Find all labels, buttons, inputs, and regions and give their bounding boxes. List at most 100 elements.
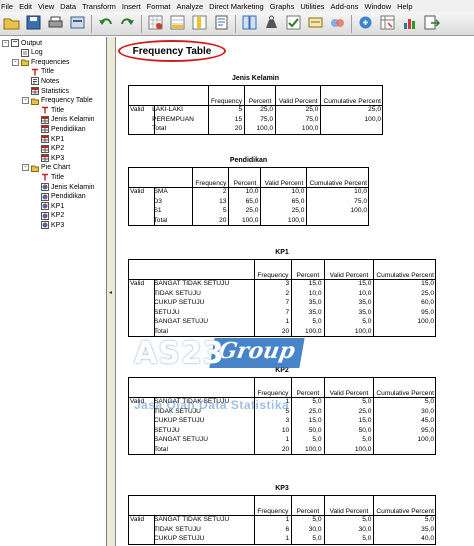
tree-item-kp3[interactable]: KP3	[41, 220, 64, 230]
goto-case-button[interactable]	[168, 14, 187, 33]
menu-analyze[interactable]: Analyze	[175, 2, 208, 11]
valid-divider	[154, 279, 155, 336]
collapse-toggle-icon[interactable]: -	[2, 39, 9, 47]
cell-freq: 6	[253, 524, 292, 534]
cell-freq: 1	[253, 435, 292, 445]
tree-item-kp3[interactable]: KP3	[41, 153, 64, 163]
select-cases-button[interactable]	[284, 14, 303, 33]
redo-button[interactable]	[118, 14, 137, 33]
split-file-button[interactable]	[240, 14, 259, 33]
valid-label	[128, 445, 152, 455]
cell-cum: 25,0	[320, 105, 383, 115]
toolbar	[0, 12, 474, 36]
menu-file[interactable]: File	[0, 2, 18, 11]
tree-item-title[interactable]: Title	[31, 67, 54, 77]
menu-direct-marketing[interactable]: Direct Marketing	[208, 2, 269, 11]
weight-cases-button[interactable]	[262, 14, 281, 33]
show-all-icon	[357, 14, 374, 33]
tree-item-title[interactable]: Title	[41, 105, 64, 115]
pane-splitter[interactable]: ◂	[107, 37, 116, 546]
menu-edit[interactable]: Edit	[18, 2, 37, 11]
menu-view[interactable]: View	[37, 2, 59, 11]
chart-button[interactable]	[400, 14, 419, 33]
open-button[interactable]	[2, 14, 21, 33]
tree-item-jenis-kelamin[interactable]: Jenis Kelamin	[41, 115, 95, 125]
tree-item-title[interactable]: Title	[41, 172, 64, 182]
tree-item-label: Jenis Kelamin	[51, 116, 95, 124]
menu-data[interactable]: Data	[59, 2, 81, 11]
tree-item-kp1[interactable]: KP1	[41, 201, 64, 211]
cell-pct: 50,0	[291, 425, 325, 435]
collapse-toggle-icon[interactable]: -	[22, 97, 29, 105]
tree-item-frequency-table[interactable]: - Frequency Table	[22, 96, 93, 106]
use-sets-button[interactable]	[328, 14, 347, 33]
tree-item-kp2[interactable]: KP2	[41, 211, 64, 221]
row-label: TIDAK SETUJU	[153, 407, 201, 415]
output-content-pane[interactable]: Frequency Table Jenis Kelamin Frequency Pe…	[116, 37, 474, 546]
cell-freq: 7	[253, 298, 292, 308]
menu-help[interactable]: Help	[396, 2, 417, 11]
cell-cum: 5,0	[373, 515, 436, 525]
column-header: Cumulative Percent	[373, 377, 436, 397]
save-button[interactable]	[24, 14, 43, 33]
redo-icon	[119, 14, 136, 33]
cell-vpct: 5,0	[323, 397, 374, 407]
goto-data-button[interactable]	[146, 14, 165, 33]
table-row: Total 20 100,0 100,0	[128, 444, 436, 455]
weight-cases-icon	[263, 14, 280, 33]
value-labels-button[interactable]	[306, 14, 325, 33]
cell-vpct: 30,0	[323, 524, 374, 534]
tree-item-kp2[interactable]: KP2	[41, 144, 64, 154]
cell-freq: 15	[207, 114, 245, 124]
toolbar-separator	[141, 14, 142, 33]
cell-pct: 35,0	[291, 307, 325, 317]
cell-freq: 13	[192, 196, 229, 206]
tree-item-statistics[interactable]: Statistics	[31, 86, 69, 96]
cell-cum: 40,0	[373, 534, 436, 544]
menu-format[interactable]: Format	[146, 2, 176, 11]
insert-output-button[interactable]	[212, 14, 231, 33]
tree-item-pie-chart[interactable]: - Pie Chart	[22, 163, 70, 173]
tree-item-pendidikan[interactable]: Pendidikan	[41, 124, 86, 134]
column-header: Valid Percent	[323, 495, 374, 515]
menu-transform[interactable]: Transform	[81, 2, 121, 11]
cell-vpct: 50,0	[323, 425, 374, 435]
splitter-grip-icon[interactable]: ◂	[109, 289, 113, 296]
show-all-button[interactable]	[356, 14, 375, 33]
output-outline-tree[interactable]: - Output Log - Frequencies Title Notes Statisti…	[0, 37, 107, 546]
column-header: Valid Percent	[323, 377, 374, 397]
tree-item-log[interactable]: Log	[21, 48, 43, 58]
print-button[interactable]	[46, 14, 65, 33]
menu-add-ons[interactable]: Add-ons	[330, 2, 364, 11]
open-icon	[3, 14, 20, 33]
export-button[interactable]	[422, 14, 441, 33]
valid-label	[128, 416, 152, 426]
undo-button[interactable]	[96, 14, 115, 33]
dialog-recall-button[interactable]	[68, 14, 87, 33]
header-blank	[128, 167, 193, 187]
tree-item-jenis-kelamin[interactable]: Jenis Kelamin	[41, 182, 95, 192]
menu-utilities[interactable]: Utilities	[299, 2, 329, 11]
cell-vpct: 5,0	[323, 534, 374, 544]
collapse-toggle-icon[interactable]: -	[22, 164, 29, 172]
tree-item-notes[interactable]: Notes	[31, 76, 59, 86]
menu-graphs[interactable]: Graphs	[269, 2, 300, 11]
menu-window[interactable]: Window	[363, 2, 396, 11]
tree-item-output[interactable]: - Output	[2, 38, 42, 48]
cell-pct: 5,0	[291, 397, 325, 407]
data-table: Frequency Percent Valid Percent Cumulative …	[128, 377, 436, 454]
valid-divider	[154, 105, 155, 134]
header-divider	[128, 279, 436, 280]
row-label: TIDAK SETUJU	[153, 289, 201, 297]
variables-button[interactable]	[190, 14, 209, 33]
tree-item-kp1[interactable]: KP1	[41, 134, 64, 144]
tree-item-pendidikan[interactable]: Pendidikan	[41, 192, 86, 202]
column-header: Percent	[291, 377, 325, 397]
cell-vpct: 10,0	[323, 288, 374, 298]
menu-insert[interactable]: Insert	[121, 2, 146, 11]
valid-label	[128, 407, 152, 417]
column-header: Cumulative Percent	[306, 167, 369, 187]
pivot-button[interactable]	[378, 14, 397, 33]
tree-item-frequencies[interactable]: - Frequencies	[12, 57, 70, 67]
collapse-toggle-icon[interactable]: -	[12, 58, 19, 66]
